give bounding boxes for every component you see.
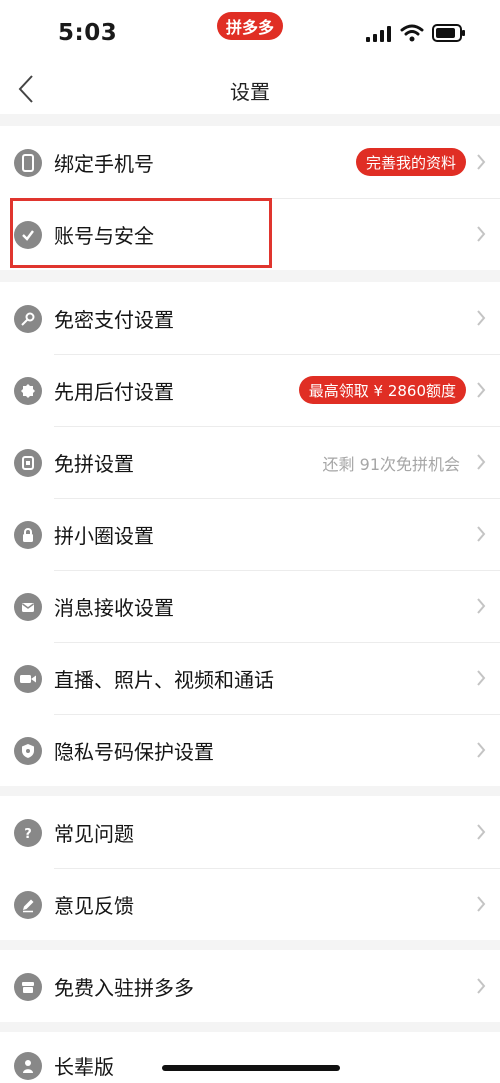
credit-limit-badge[interactable]: 最高领取 ¥ 2860额度 (298, 376, 466, 404)
privacy-shield-icon (14, 737, 42, 765)
settings-item-circle[interactable]: 拼小圈设置 (0, 498, 500, 570)
settings-item-label: 免费入驻拼多多 (54, 976, 194, 1000)
video-icon (14, 665, 42, 693)
status-time: 5:03 (58, 20, 118, 46)
settings-item-label: 常见问题 (54, 822, 134, 846)
chevron-right-icon (477, 226, 486, 242)
settings-item-label: 绑定手机号 (54, 152, 154, 176)
settings-item-label: 直播、照片、视频和通话 (54, 668, 274, 692)
settings-item-free-group[interactable]: 免拼设置 还剩 91次免拼机会 (0, 426, 500, 498)
settings-item-label: 隐私号码保护设置 (54, 740, 214, 764)
chevron-right-icon (477, 742, 486, 758)
settings-item-feedback[interactable]: 意见反馈 (0, 868, 500, 940)
shield-icon (14, 221, 42, 249)
chevron-right-icon (477, 978, 486, 994)
chevron-right-icon (477, 670, 486, 686)
settings-group-merchant: 免费入驻拼多多 (0, 950, 500, 1022)
settings-group-help: ? 常见问题 意见反馈 (0, 796, 500, 940)
store-icon (14, 973, 42, 1001)
settings-item-password-free-pay[interactable]: 免密支付设置 (0, 282, 500, 354)
card-icon (14, 449, 42, 477)
settings-item-merchant-join[interactable]: 免费入驻拼多多 (0, 950, 500, 1022)
lock-icon (14, 521, 42, 549)
settings-group-payment: 免密支付设置 先用后付设置 最高领取 ¥ 2860额度 免拼设置 还剩 91次免… (0, 282, 500, 786)
settings-item-label: 长辈版 (54, 1055, 114, 1079)
settings-item-label: 账号与安全 (54, 224, 154, 248)
settings-group-elder: 长辈版 (0, 1032, 500, 1083)
nav-bar: 设置 (0, 66, 500, 114)
badge-icon (14, 377, 42, 405)
settings-item-label: 先用后付设置 (54, 380, 174, 404)
settings-item-bind-phone[interactable]: 绑定手机号 完善我的资料 (0, 126, 500, 198)
settings-item-label: 消息接收设置 (54, 596, 174, 620)
chevron-right-icon (477, 454, 486, 470)
pencil-icon (14, 891, 42, 919)
status-bar: 5:03 拼多多 (0, 0, 500, 66)
elder-icon (14, 1052, 42, 1080)
app-badge: 拼多多 (217, 12, 283, 40)
complete-profile-badge[interactable]: 完善我的资料 (355, 148, 466, 176)
chevron-right-icon (477, 382, 486, 398)
settings-item-privacy-number[interactable]: 隐私号码保护设置 (0, 714, 500, 786)
settings-item-elder-mode[interactable]: 长辈版 (0, 1032, 500, 1083)
mail-icon (14, 593, 42, 621)
home-indicator (162, 1065, 340, 1071)
question-icon: ? (14, 819, 42, 847)
page-title: 设置 (230, 80, 270, 104)
key-icon (14, 305, 42, 333)
settings-item-label: 意见反馈 (54, 894, 134, 918)
settings-item-label: 免密支付设置 (54, 308, 174, 332)
settings-item-label: 拼小圈设置 (54, 524, 154, 548)
settings-item-pay-later[interactable]: 先用后付设置 最高领取 ¥ 2860额度 (0, 354, 500, 426)
settings-item-account-security[interactable]: 账号与安全 (0, 198, 500, 270)
chevron-right-icon (477, 154, 486, 170)
phone-icon (14, 149, 42, 177)
chevron-right-icon (477, 526, 486, 542)
wifi-icon (400, 24, 424, 42)
svg-text:?: ? (24, 827, 32, 841)
settings-item-messages[interactable]: 消息接收设置 (0, 570, 500, 642)
settings-item-faq[interactable]: ? 常见问题 (0, 796, 500, 868)
settings-group-profile: 绑定手机号 完善我的资料 账号与安全 (0, 126, 500, 270)
free-group-remaining: 还剩 91次免拼机会 (322, 455, 460, 474)
chevron-right-icon (477, 824, 486, 840)
chevron-right-icon (477, 598, 486, 614)
signal-icon (366, 26, 391, 42)
settings-item-label: 免拼设置 (54, 452, 134, 476)
settings-item-media-calls[interactable]: 直播、照片、视频和通话 (0, 642, 500, 714)
chevron-right-icon (477, 310, 486, 326)
chevron-right-icon (477, 896, 486, 912)
battery-icon (432, 24, 465, 42)
